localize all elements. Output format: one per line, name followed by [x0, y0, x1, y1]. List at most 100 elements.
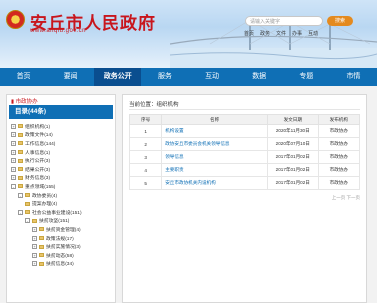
tree-item-label: 扶贫资金管理(4) — [46, 227, 81, 233]
tree-item[interactable]: - 重点领域(155) — [11, 182, 111, 191]
nav-services[interactable]: 服务 — [141, 68, 188, 86]
tree-item[interactable]: - 政协委员(4) — [11, 191, 111, 200]
tree-item[interactable]: + 组织机构(1) — [11, 122, 111, 131]
nav-interaction[interactable]: 互动 — [189, 68, 236, 86]
tree-item-label: 财务信息(3) — [25, 176, 51, 182]
cell-name[interactable]: 政协安丘市委员会机关领导信息 — [161, 137, 268, 151]
expand-icon[interactable]: + — [11, 158, 16, 164]
tree-item[interactable]: + 政策法规(17) — [11, 234, 111, 243]
tree-item[interactable]: + 扶贫动态(58) — [11, 251, 111, 260]
site-url: www.anqiu.gov.cn — [30, 28, 86, 34]
tree-item[interactable]: + 扶贫资金管理(4) — [11, 225, 111, 234]
nav-home[interactable]: 首页 — [0, 68, 47, 86]
cell-org: 市政协办 — [317, 124, 361, 138]
expand-icon[interactable]: + — [32, 244, 37, 250]
tree-item-label: 工作信息(144) — [25, 141, 56, 147]
folder-icon — [39, 253, 44, 258]
cell-org: 市政协办 — [317, 176, 361, 190]
search-button[interactable]: 搜索 — [327, 16, 353, 26]
tree-item-label: 扶贫动态(58) — [46, 253, 74, 259]
col-header-org: 发布机构 — [317, 114, 361, 125]
folder-icon — [32, 218, 37, 223]
top-link-affairs[interactable]: 政务 — [260, 30, 270, 37]
table-row: 2 政协安丘市委员会机关领导信息 2020年07月10日 市政协办 — [128, 137, 361, 151]
cell-no: 3 — [128, 150, 163, 164]
folder-icon — [25, 201, 30, 206]
folder-icon — [18, 167, 23, 172]
top-links: 首页 政务 文件 办事 互动 — [244, 30, 318, 37]
col-header-no: 序号 — [128, 114, 163, 125]
folder-icon — [18, 141, 23, 146]
expand-icon[interactable]: + — [11, 166, 16, 172]
expand-icon[interactable]: + — [11, 132, 16, 138]
expand-icon[interactable]: + — [11, 123, 16, 129]
cell-name[interactable]: 机构设置 — [161, 124, 268, 138]
pager[interactable]: 上一页 下一页 — [129, 195, 360, 201]
nav-news[interactable]: 要闻 — [47, 68, 94, 86]
folder-icon — [39, 244, 44, 249]
top-link-home[interactable]: 首页 — [244, 30, 254, 37]
cell-name[interactable]: 主要职责 — [161, 163, 268, 177]
expand-icon[interactable]: + — [32, 261, 37, 267]
top-link-interact[interactable]: 互动 — [308, 30, 318, 37]
tree-item-label: 扶贫攻坚(151) — [39, 219, 70, 225]
expand-icon[interactable]: + — [11, 175, 16, 181]
tree-item-label: 政策文件(14) — [25, 133, 53, 139]
cell-no: 4 — [128, 163, 163, 177]
expand-icon[interactable]: + — [32, 226, 37, 232]
folder-icon — [18, 175, 23, 180]
expand-icon[interactable]: + — [11, 140, 16, 146]
top-link-services[interactable]: 办事 — [292, 30, 302, 37]
folder-icon — [18, 184, 23, 189]
collapse-icon[interactable]: - — [11, 183, 16, 189]
nav-gov-open[interactable]: 政务公开 — [94, 68, 142, 86]
top-link-docs[interactable]: 文件 — [276, 30, 286, 37]
expand-icon[interactable]: + — [32, 235, 37, 241]
tree-item[interactable]: + 结果公开(3) — [11, 165, 111, 174]
expand-icon[interactable]: + — [11, 149, 16, 155]
col-header-name: 名称 — [161, 114, 268, 125]
cell-org: 市政协办 — [317, 163, 361, 177]
table-row: 1 机构设置 2020年11月30日 市政协办 — [128, 124, 361, 138]
col-header-date: 发文日期 — [266, 114, 319, 125]
category-tree: + 组织机构(1) + 政策文件(14) + 工作信息(144) + 人事信息(1) + 执行公开… — [7, 119, 115, 272]
folder-icon — [18, 124, 23, 129]
expand-icon[interactable]: + — [32, 252, 37, 258]
tree-item[interactable]: - 社会公益事业建设(151) — [11, 208, 111, 217]
tree-item[interactable]: + 人事信息(1) — [11, 148, 111, 157]
sidebar-org-label: ▮ 市政协办 — [11, 99, 38, 105]
tree-item[interactable]: + 扶贫实施情况(3) — [11, 242, 111, 251]
tree-item-label: 提案办理(4) — [32, 202, 58, 208]
sidebar: ▮ 市政协办 目录(44条) + 组织机构(1) + 政策文件(14) + 工作信息(14… — [6, 94, 116, 303]
tree-item[interactable]: - 扶贫攻坚(151) — [11, 217, 111, 226]
tree-item-label: 扶贫实施情况(3) — [46, 245, 81, 251]
tree-item-label: 政协委员(4) — [32, 193, 58, 199]
breadcrumb: 当前位置：组织机构 — [129, 100, 360, 110]
tree-item[interactable]: + 财务信息(3) — [11, 174, 111, 183]
tree-item-label: 重点领域(155) — [25, 184, 56, 190]
table-row: 5 安丘市政协机关内设机构 2017年01月02日 市政协办 — [128, 176, 361, 190]
tree-item-label: 扶贫信息(34) — [46, 262, 74, 268]
search-input[interactable]: 请输入关键字 — [245, 16, 323, 26]
folder-icon — [18, 150, 23, 155]
collapse-icon[interactable]: - — [18, 192, 23, 198]
tree-item-label: 执行公开(3) — [25, 159, 51, 165]
tree-item[interactable]: 提案办理(4) — [11, 199, 111, 208]
collapse-icon[interactable]: - — [25, 218, 30, 224]
collapse-icon[interactable]: - — [18, 209, 23, 215]
cell-org: 市政协办 — [317, 137, 361, 151]
table-row: 3 领导信息 2017年01月02日 市政协办 — [128, 150, 361, 164]
nav-data[interactable]: 数据 — [236, 68, 283, 86]
nav-topics[interactable]: 专题 — [283, 68, 330, 86]
nav-city-info[interactable]: 市情 — [330, 68, 377, 86]
cell-name[interactable]: 安丘市政协机关内设机构 — [161, 176, 268, 190]
cell-date: 2017年01月02日 — [266, 150, 319, 164]
folder-icon — [18, 158, 23, 163]
folder-icon — [18, 132, 23, 137]
folder-icon — [39, 227, 44, 232]
tree-item[interactable]: + 工作信息(144) — [11, 139, 111, 148]
tree-item[interactable]: + 政策文件(14) — [11, 131, 111, 140]
cell-name[interactable]: 领导信息 — [161, 150, 268, 164]
tree-item[interactable]: + 扶贫信息(34) — [11, 260, 111, 269]
tree-item[interactable]: + 执行公开(3) — [11, 156, 111, 165]
